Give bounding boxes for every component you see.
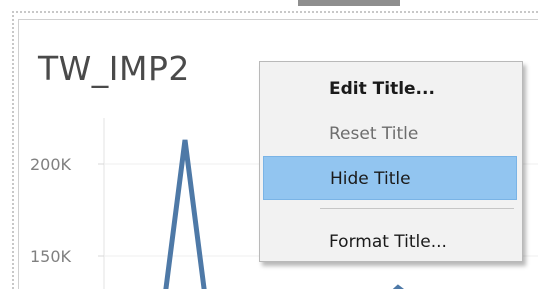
y-tick-label-150k: 150K xyxy=(30,247,72,266)
menu-item-hide-title[interactable]: Hide Title xyxy=(263,156,517,200)
title-context-menu: Edit Title... Reset Title Hide Title For… xyxy=(259,61,523,262)
series-line[interactable] xyxy=(163,139,207,289)
worksheet-canvas: 200K 150K TW_IMP2 Edit Title... Reset Ti… xyxy=(0,0,538,289)
chart-title[interactable]: TW_IMP2 xyxy=(38,49,190,88)
menu-separator xyxy=(320,208,514,209)
menu-item-format-title[interactable]: Format Title... xyxy=(263,220,517,264)
y-tick-label-200k: 200K xyxy=(30,155,72,174)
menu-item-edit-title[interactable]: Edit Title... xyxy=(263,67,517,111)
menu-item-reset-title: Reset Title xyxy=(329,124,419,144)
